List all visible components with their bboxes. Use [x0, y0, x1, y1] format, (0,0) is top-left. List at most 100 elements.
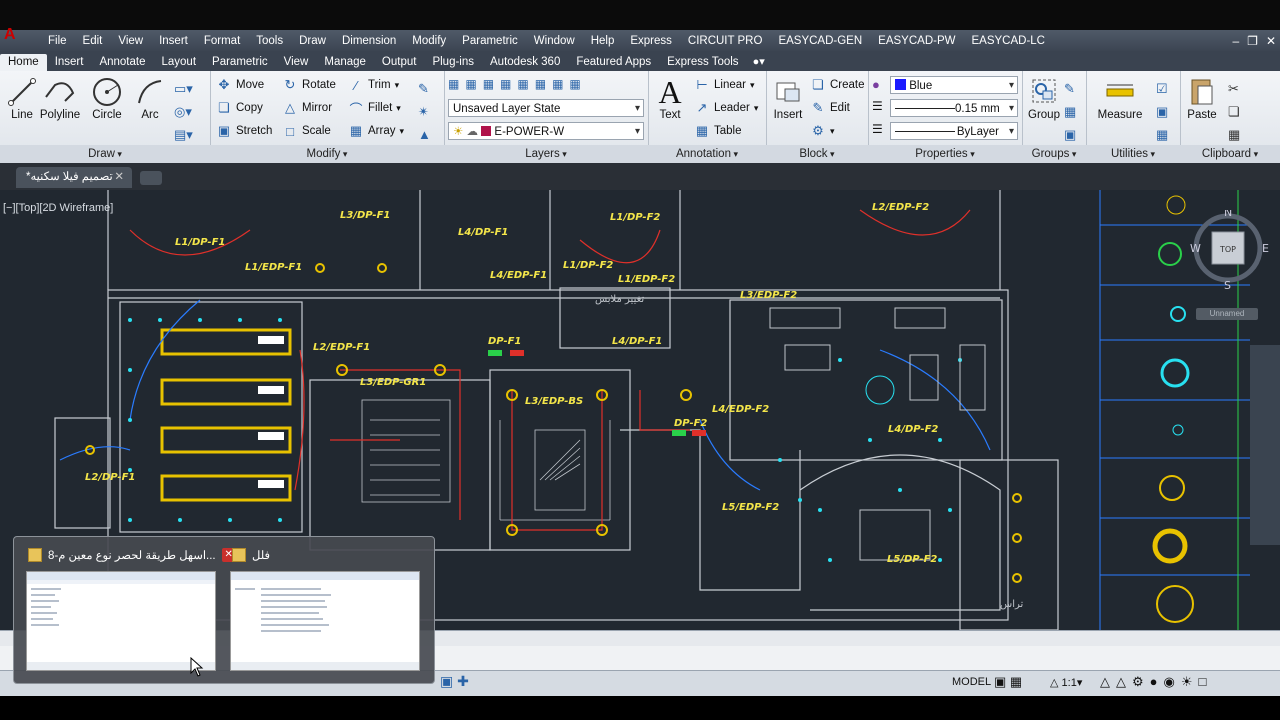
quick-select-icon[interactable]: ☑ — [1156, 77, 1168, 100]
layer-previous-icon[interactable]: ▦ — [465, 77, 482, 91]
menu-circuit-pro[interactable]: CIRCUIT PRO — [680, 35, 771, 47]
text-button[interactable]: A Text — [648, 74, 692, 122]
select-all-icon[interactable]: ▣ — [1156, 100, 1168, 123]
autoscale-icon[interactable]: △ — [1116, 674, 1132, 689]
hardware-accel-icon[interactable]: ◉ — [1164, 674, 1181, 689]
menu-file[interactable]: File — [40, 35, 75, 47]
layer-isolate-icon[interactable]: ▦ — [500, 77, 517, 91]
utilities-panel-title[interactable]: Utilities — [1086, 145, 1180, 163]
array-button[interactable]: ▦ Array ▾ — [348, 121, 404, 141]
minimize-icon[interactable]: – — [1232, 34, 1239, 48]
menu-format[interactable]: Format — [196, 35, 248, 47]
compass-n[interactable]: N — [1224, 206, 1232, 219]
layer-state-dropdown[interactable]: Unsaved Layer State — [448, 99, 644, 117]
block-panel-title[interactable]: Block — [766, 145, 868, 163]
close-tab-icon[interactable]: ✕ — [114, 167, 124, 188]
tab-layout[interactable]: Layout — [154, 54, 205, 71]
ribbon-options-icon[interactable]: ●▾ — [747, 55, 771, 71]
draw-panel-title[interactable]: Draw — [0, 145, 210, 163]
explode-icon[interactable]: ✴ — [418, 100, 431, 123]
compass-w[interactable]: W — [1190, 242, 1201, 255]
clean-screen-icon[interactable]: □ — [1199, 674, 1213, 689]
ungroup-icon[interactable]: ✎ — [1064, 77, 1076, 100]
measure-button[interactable]: Measure — [1096, 75, 1144, 121]
menu-tools[interactable]: Tools — [248, 35, 291, 47]
preview-1-header[interactable]: 8-اسهل طريقة لحصر نوع معين م... ✕ — [28, 545, 236, 565]
preview-1-thumbnail[interactable] — [26, 571, 216, 671]
new-tab-button[interactable] — [140, 171, 162, 185]
tab-insert[interactable]: Insert — [47, 54, 92, 71]
menu-parametric[interactable]: Parametric — [454, 35, 526, 47]
tab-plug-ins[interactable]: Plug-ins — [424, 54, 482, 71]
block-attributes-button[interactable]: ⚙ ▾ — [810, 121, 834, 141]
cut-icon[interactable]: ✂ — [1228, 77, 1240, 100]
restore-icon[interactable]: ❐ — [1247, 34, 1258, 48]
ucs-menu[interactable]: Unnamed — [1196, 308, 1258, 320]
tab-home[interactable]: Home — [0, 54, 47, 71]
app-logo-icon[interactable]: A — [0, 26, 40, 51]
edit-block-button[interactable]: ✎ Edit — [810, 98, 850, 118]
mirror-button[interactable]: △ Mirror — [282, 98, 332, 118]
fillet-button[interactable]: ⌒ Fillet ▾ — [348, 98, 400, 118]
tab-autodesk-360[interactable]: Autodesk 360 — [482, 54, 568, 71]
menu-view[interactable]: View — [110, 35, 151, 47]
menu-modify[interactable]: Modify — [404, 35, 454, 47]
tab-annotate[interactable]: Annotate — [91, 54, 153, 71]
color-dropdown[interactable]: Blue — [890, 76, 1018, 94]
menu-dimension[interactable]: Dimension — [334, 35, 404, 47]
compass-e[interactable]: E — [1262, 242, 1269, 255]
menu-draw[interactable]: Draw — [291, 35, 334, 47]
trim-dropdown-icon[interactable]: ▾ — [395, 80, 400, 91]
group-edit-icon[interactable]: ▦ — [1064, 100, 1076, 123]
compass-s[interactable]: S — [1224, 279, 1231, 292]
arc-button[interactable]: Arc — [128, 75, 172, 121]
layers-panel-title[interactable]: Layers — [444, 145, 648, 163]
layout-view-icons[interactable]: ▣ ▦ — [994, 674, 1022, 690]
close-icon[interactable]: ✕ — [1266, 34, 1276, 48]
array-dropdown-icon[interactable]: ▾ — [399, 126, 404, 137]
annotation-scale[interactable]: △ 1:1▾ — [1050, 676, 1082, 689]
menu-easycad-pw[interactable]: EASYCAD-PW — [870, 35, 963, 47]
tab-parametric[interactable]: Parametric — [204, 54, 276, 71]
offset-icon[interactable]: ▲ — [418, 123, 431, 146]
isolate-icon[interactable]: ☀ — [1181, 674, 1199, 689]
scale-button[interactable]: □ Scale — [282, 121, 331, 141]
menu-easycad-gen[interactable]: EASYCAD-GEN — [770, 35, 870, 47]
preview-2-header[interactable]: فلل — [232, 545, 270, 565]
layer-properties-icon[interactable]: ▦ — [448, 77, 465, 91]
document-tab[interactable]: *تصميم فيلا سكنيه ✕ — [16, 167, 132, 188]
erase-icon[interactable]: ✎ — [418, 77, 431, 100]
rectangle-icon[interactable]: ▭▾ — [174, 77, 204, 100]
viewcube[interactable]: TOP N S E W — [1190, 206, 1270, 308]
menu-window[interactable]: Window — [526, 35, 583, 47]
menu-help[interactable]: Help — [583, 35, 623, 47]
viewcube-face[interactable]: TOP — [1219, 245, 1236, 254]
linetype-dropdown[interactable]: ByLayer — [890, 122, 1018, 140]
layer-unlock-icon[interactable]: ▦ — [569, 77, 586, 91]
preview-2-thumbnail[interactable] — [230, 571, 420, 671]
paste-button[interactable]: Paste — [1180, 75, 1224, 121]
leader-button[interactable]: ↗ Leader ▾ — [694, 98, 759, 118]
workspace-gear-icon[interactable]: ⚙ — [1132, 674, 1150, 689]
copy-button[interactable]: ❏ Copy — [216, 98, 263, 118]
layer-match-icon[interactable]: ▦ — [483, 77, 500, 91]
menu-insert[interactable]: Insert — [151, 35, 196, 47]
polyline-button[interactable]: Polyline — [38, 75, 82, 121]
copy-clip-icon[interactable]: ❏ — [1228, 100, 1240, 123]
lock-icon[interactable]: ● — [1150, 674, 1164, 689]
tab-featured-apps[interactable]: Featured Apps — [568, 54, 659, 71]
calculator-icon[interactable]: ▦ — [1156, 123, 1168, 146]
table-button[interactable]: ▦ Table — [694, 121, 742, 141]
insert-block-button[interactable]: Insert — [766, 75, 810, 121]
region-icon[interactable]: ▤▾ — [174, 123, 204, 146]
properties-panel-title[interactable]: Properties — [868, 145, 1022, 163]
group-select-icon[interactable]: ▣ — [1064, 123, 1076, 146]
tab-view[interactable]: View — [276, 54, 317, 71]
match-prop-icon[interactable]: ▦ — [1228, 123, 1240, 146]
circle-button[interactable]: Circle — [85, 75, 129, 121]
layer-off-icon[interactable]: ▦ — [535, 77, 552, 91]
viewport-controls[interactable]: [−][Top][2D Wireframe] — [3, 202, 113, 214]
tab-manage[interactable]: Manage — [316, 54, 374, 71]
menu-easycad-lc[interactable]: EASYCAD-LC — [963, 35, 1053, 47]
layer-freeze-icon[interactable]: ▦ — [517, 77, 534, 91]
